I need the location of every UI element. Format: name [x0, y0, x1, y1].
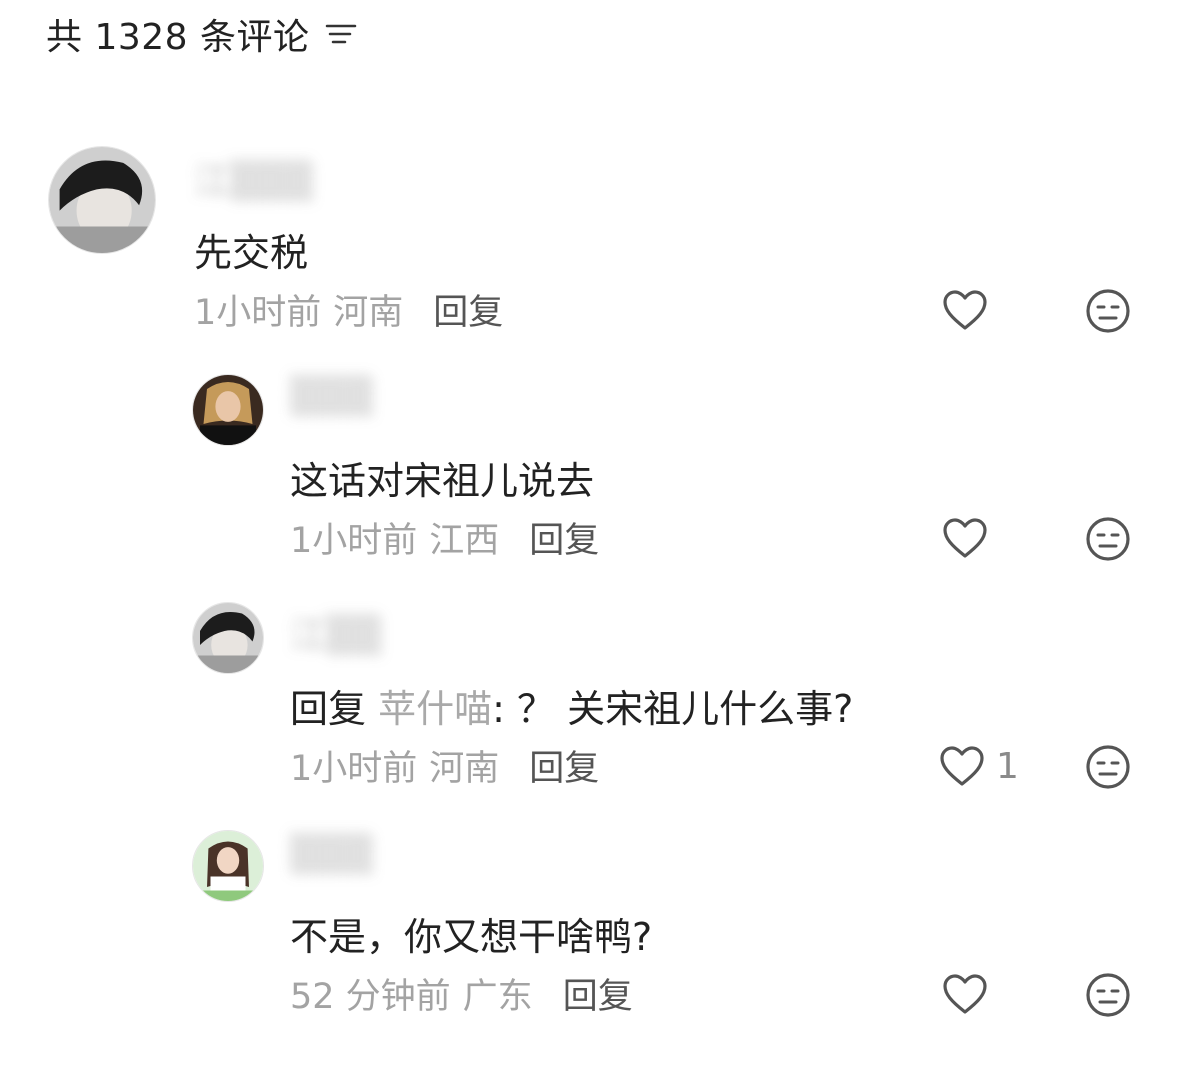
username[interactable]: 江▒▒ — [290, 606, 381, 658]
comment-meta: 1小时前 河南 回复 — [194, 285, 503, 333]
reply-button[interactable]: 回复 — [563, 968, 633, 1019]
comment-time: 52 分钟前 — [290, 976, 451, 1017]
avatar[interactable] — [192, 830, 264, 902]
reply-button[interactable]: 回复 — [529, 512, 599, 563]
avatar[interactable] — [192, 602, 264, 674]
comment-location: 江西 — [429, 520, 500, 561]
avatar[interactable] — [192, 374, 264, 446]
dislike-button[interactable] — [1084, 515, 1132, 563]
dislike-button[interactable] — [1084, 287, 1132, 335]
neutral-face-icon — [1084, 743, 1132, 791]
comment-body: : ？ 关宋祖儿什么事? — [492, 687, 854, 731]
reply-button[interactable]: 回复 — [529, 740, 599, 791]
comment-location: 河南 — [333, 292, 404, 333]
comment-count-title: 共 1328 条评论 — [46, 17, 310, 58]
comment-text: 这话对宋祖儿说去 — [290, 459, 595, 503]
dislike-button[interactable] — [1084, 743, 1132, 791]
comment-text: 先交税 — [194, 231, 309, 275]
heart-outline-icon — [941, 972, 989, 1016]
heart-outline-icon — [941, 288, 989, 332]
like-count: 1 — [996, 745, 1019, 787]
comment-time: 1小时前 — [290, 748, 418, 789]
comment-meta: 52 分钟前 广东 回复 — [290, 969, 633, 1017]
dislike-button[interactable] — [1084, 971, 1132, 1019]
like-button[interactable]: 1 — [938, 744, 1019, 788]
neutral-face-icon — [1084, 515, 1132, 563]
like-button[interactable] — [941, 288, 989, 332]
username[interactable]: ▒▒▒ — [290, 376, 373, 417]
comment-location: 河南 — [429, 748, 500, 789]
avatar[interactable] — [48, 146, 156, 254]
comment-time: 1小时前 — [194, 292, 322, 333]
username[interactable]: ▒▒▒ — [290, 834, 373, 875]
comment-time: 1小时前 — [290, 520, 418, 561]
reply-prefix: 回复 — [290, 687, 367, 731]
heart-outline-icon — [941, 516, 989, 560]
like-button[interactable] — [941, 516, 989, 560]
comment-location: 广东 — [462, 976, 533, 1017]
comments-header: 共 1328 条评论 — [46, 8, 358, 60]
neutral-face-icon — [1084, 287, 1132, 335]
comment-meta: 1小时前 江西 回复 — [290, 513, 599, 561]
comment-text: 回复 苹什喵: ？ 关宋祖儿什么事? — [290, 678, 853, 733]
comment-meta: 1小时前 河南 回复 — [290, 741, 599, 789]
reply-target-username[interactable]: 苹什喵 — [378, 687, 492, 731]
filter-icon[interactable] — [324, 17, 358, 51]
comment-text: 不是，你又想干啥鸭? — [290, 915, 653, 959]
reply-button[interactable]: 回复 — [433, 284, 503, 335]
heart-outline-icon — [938, 744, 986, 788]
username[interactable]: 江▒▒▒ — [194, 152, 313, 204]
like-button[interactable] — [941, 972, 989, 1016]
neutral-face-icon — [1084, 971, 1132, 1019]
